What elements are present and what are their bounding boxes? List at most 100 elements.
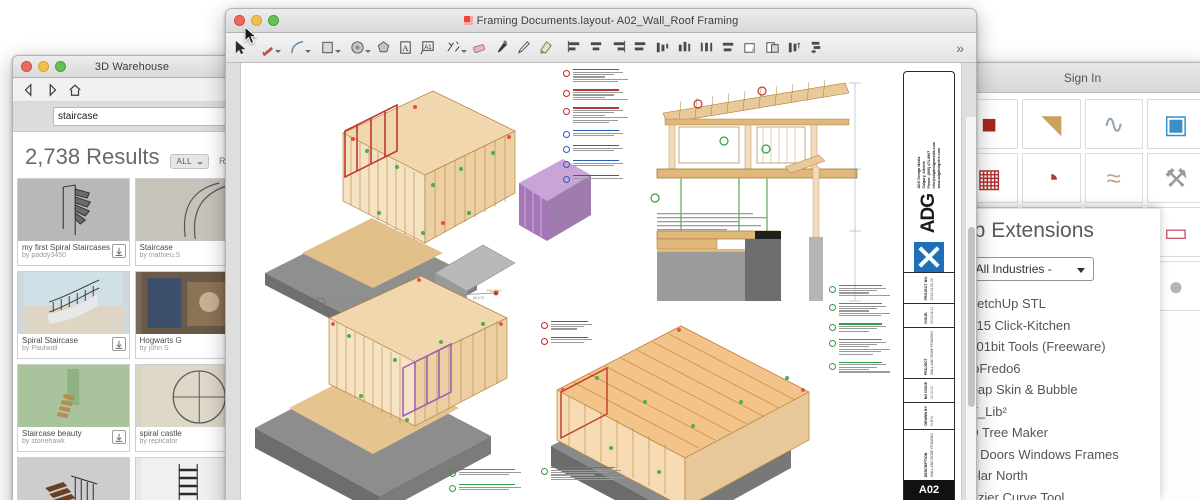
3d-warehouse-window[interactable]: 3D Warehouse 2,738 Results ALL Resul my … [12, 55, 252, 500]
download-icon[interactable] [112, 430, 126, 444]
highlighter-tool[interactable] [534, 36, 556, 60]
text-tool[interactable]: A [394, 36, 416, 60]
tool-wrench-icon[interactable]: ⚒ [1147, 153, 1200, 203]
search-input[interactable] [53, 107, 243, 126]
layout-window[interactable]: Framing Documents.layout- A02_Wall_Roof … [225, 8, 977, 500]
dimension-tool[interactable] [438, 36, 468, 60]
result-card[interactable]: my first Spiral Staircasesby paddy3450 [17, 178, 130, 266]
blue-cube-m-icon[interactable]: ▣ [1147, 99, 1200, 149]
distribute-even-tool[interactable] [695, 36, 717, 60]
close-button[interactable] [21, 61, 32, 72]
extension-list-item[interactable]: Solar North [962, 465, 1160, 487]
extension-list-item[interactable]: TT_Lib² [962, 401, 1160, 423]
model-thumbnail[interactable] [18, 458, 129, 500]
result-card[interactable]: Spiral Staircaseby Paulwall [17, 271, 130, 359]
layout-traffic-lights[interactable] [226, 15, 279, 26]
filter-select[interactable]: ALL [170, 154, 209, 169]
note-line [551, 470, 621, 471]
minimize-button[interactable] [38, 61, 49, 72]
back-icon[interactable] [22, 83, 36, 97]
close-button[interactable] [234, 15, 245, 26]
distribute-h-tool[interactable] [651, 36, 673, 60]
drawing-paper[interactable]: FRAMING (6) 4-72 ADG Design Media Calgar… [241, 63, 961, 500]
chevron-down-icon[interactable] [335, 50, 341, 53]
warehouse-titlebar[interactable]: 3D Warehouse [13, 56, 251, 78]
industry-select[interactable]: - All Industries - [962, 257, 1094, 281]
group-tool[interactable] [783, 36, 805, 60]
extension-list-item[interactable]: Bezier Curve Tool [962, 487, 1160, 500]
note-line [573, 69, 619, 70]
extension-list-item[interactable]: LibFredo6 [962, 358, 1160, 380]
model-thumbnail[interactable] [18, 365, 129, 427]
note-line [551, 328, 577, 329]
extension-list-item[interactable]: 1001bit Tools (Freeware) [962, 336, 1160, 358]
result-card[interactable]: Staircase beautyby stonehawk [17, 364, 130, 452]
circle-tool[interactable] [342, 36, 372, 60]
zoom-button[interactable] [268, 15, 279, 26]
model-thumbnail[interactable] [18, 179, 129, 241]
bring-front-tool[interactable] [739, 36, 761, 60]
extension-list-item[interactable]: 3D Tree Maker [962, 422, 1160, 444]
eraser-tool[interactable] [468, 36, 490, 60]
select-arrow-tool[interactable] [230, 36, 252, 60]
road-curve-icon[interactable]: ∿ [1085, 99, 1143, 149]
note-text-lines [839, 285, 897, 296]
note-line [839, 346, 869, 347]
label-tool[interactable]: A1 [416, 36, 438, 60]
extension-list-item[interactable]: 2015 Click-Kitchen [962, 315, 1160, 337]
chevron-down-icon[interactable] [365, 50, 371, 53]
polygon-tool[interactable] [372, 36, 394, 60]
result-card[interactable]: Right Angle Staircaseby John F [17, 457, 130, 500]
rectangle-tool[interactable] [312, 36, 342, 60]
extension-list-item[interactable]: 3d Doors Windows Frames [962, 444, 1160, 466]
distribute-v-tool[interactable] [673, 36, 695, 60]
canvas-scrollbar[interactable] [965, 117, 976, 500]
zoom-button[interactable] [55, 61, 66, 72]
field-value: WALL AND ROOF FRAMING [929, 331, 935, 375]
cloth-drape-icon[interactable]: ≈ [1085, 153, 1143, 203]
title-block-field: PROJECTWALL AND ROOF FRAMING [904, 327, 954, 378]
minimize-button[interactable] [251, 15, 262, 26]
style-eyedropper-tool[interactable] [490, 36, 512, 60]
chevron-down-icon[interactable] [305, 50, 311, 53]
home-icon[interactable] [68, 83, 82, 97]
sign-in-link[interactable]: Sign In [1064, 71, 1101, 85]
pen-tool[interactable] [512, 36, 534, 60]
hat-icon[interactable]: ◔ [1022, 153, 1080, 203]
align-bottom-tool[interactable] [717, 36, 739, 60]
field-value: 2013.04.11 [929, 307, 935, 324]
annotation-note [541, 321, 601, 330]
ruler-blueprint-icon[interactable]: ◥ [1022, 99, 1080, 149]
download-icon[interactable] [112, 337, 126, 351]
align-right-tool[interactable] [607, 36, 629, 60]
download-icon[interactable] [112, 244, 126, 258]
canvas-scrollbar-thumb[interactable] [968, 227, 975, 407]
align-left-tool[interactable] [563, 36, 585, 60]
arc-tool[interactable] [282, 36, 312, 60]
title-block-field: PROJECT NO.2013.04.22-06 [904, 272, 954, 303]
layout-canvas[interactable]: FRAMING (6) 4-72 ADG Design Media Calgar… [226, 63, 976, 500]
note-line [573, 94, 614, 95]
note-line [573, 110, 623, 111]
extension-list-item[interactable]: SketchUp STL [962, 293, 1160, 315]
send-back-tool[interactable] [761, 36, 783, 60]
chevron-down-icon[interactable] [275, 50, 281, 53]
warehouse-navbar[interactable] [13, 78, 251, 102]
note-line [573, 120, 618, 121]
toolbar-overflow-chevron[interactable]: » [956, 40, 972, 56]
note-line [573, 89, 619, 90]
layout-titlebar[interactable]: Framing Documents.layout- A02_Wall_Roof … [226, 9, 976, 33]
ungroup-tool[interactable] [805, 36, 827, 60]
align-top-tool[interactable] [629, 36, 651, 60]
warehouse-search-row[interactable] [13, 102, 251, 132]
chevron-down-icon[interactable] [461, 50, 467, 53]
note-text-lines [573, 160, 635, 168]
pencil-line-tool[interactable] [252, 36, 282, 60]
warehouse-traffic-lights[interactable] [13, 61, 66, 72]
align-center-tool[interactable] [585, 36, 607, 60]
layout-toolbar[interactable]: AA1 » [226, 33, 976, 63]
note-text-lines [551, 337, 601, 345]
extension-list-item[interactable]: Soap Skin & Bubble [962, 379, 1160, 401]
forward-icon[interactable] [45, 83, 59, 97]
model-thumbnail[interactable] [18, 272, 129, 334]
